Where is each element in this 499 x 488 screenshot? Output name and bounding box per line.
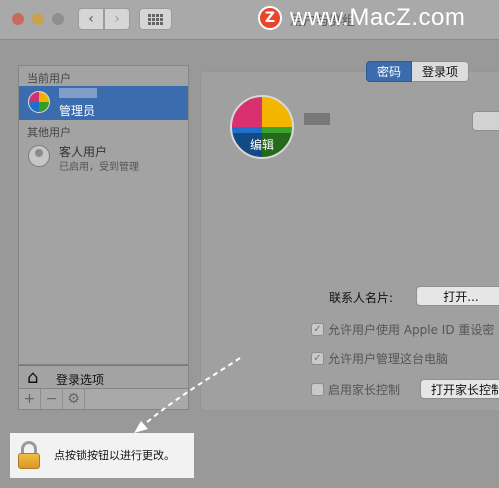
checkbox-parental-controls[interactable]: [311, 383, 324, 396]
guest-avatar-icon: [28, 145, 50, 167]
lock-icon[interactable]: [18, 441, 40, 469]
add-user-button[interactable]: +: [19, 389, 41, 409]
user-avatar: [28, 91, 50, 113]
chevron-right-icon: ›: [114, 11, 120, 27]
option-admin[interactable]: ✓ 允许用户管理这台电脑: [311, 350, 448, 367]
lock-instruction-text: 点按锁按钮以进行更改。: [54, 449, 175, 462]
tab-bar: 密码 登录项: [366, 61, 470, 82]
annotation-arrow: [134, 357, 241, 433]
current-users-header: 当前用户: [27, 72, 71, 85]
option-apple-id-reset[interactable]: ✓ 允许用户使用 Apple ID 重设密: [311, 321, 494, 338]
zoom-window-button[interactable]: [52, 13, 64, 25]
open-parental-controls-button[interactable]: 打开家长控制: [420, 379, 499, 399]
grid-icon: [148, 13, 163, 25]
user-row-guest[interactable]: 客人用户 已启用，受到管理: [19, 140, 188, 174]
preferences-content: 当前用户 管理员 其他用户 客人用户 已启用，受到管理 ⌂ 登录选项 + − ⚙…: [0, 41, 499, 488]
checkbox-apple-id-reset[interactable]: ✓: [311, 323, 324, 336]
close-window-button[interactable]: [12, 13, 24, 25]
forward-button[interactable]: ›: [104, 8, 130, 30]
option-label: 启用家长控制: [328, 383, 401, 397]
checkbox-admin[interactable]: ✓: [311, 352, 324, 365]
user-list: 当前用户 管理员 其他用户 客人用户 已启用，受到管理: [18, 65, 189, 365]
back-button[interactable]: ‹: [78, 8, 104, 30]
tab-password[interactable]: 密码: [366, 61, 413, 82]
option-label: 允许用户管理这台电脑: [328, 352, 449, 366]
change-password-button[interactable]: [472, 111, 499, 131]
redacted-fullname: [304, 113, 330, 125]
edit-picture-label[interactable]: 编辑: [232, 133, 292, 157]
other-users-header: 其他用户: [27, 126, 71, 139]
house-icon: ⌂: [27, 367, 39, 388]
remove-user-button[interactable]: −: [41, 389, 63, 409]
watermark-logo: Z: [258, 6, 282, 30]
tab-login-items[interactable]: 登录项: [412, 61, 470, 82]
lock-area: 点按锁按钮以进行更改。: [10, 433, 194, 478]
title-bar: ‹ › 用户与群组 Z www.MacZ.com: [0, 0, 499, 40]
user-row-admin[interactable]: 管理员: [19, 86, 188, 120]
guest-user-status: 已启用，受到管理: [59, 162, 139, 173]
profile-picture[interactable]: 编辑: [230, 95, 294, 159]
contact-card-label: 联系人名片:: [329, 291, 394, 305]
gear-icon[interactable]: ⚙: [63, 389, 85, 409]
watermark-text: www.MacZ.com: [290, 4, 466, 31]
minimize-window-button[interactable]: [32, 13, 44, 25]
open-contact-button[interactable]: 打开...: [416, 286, 499, 306]
login-options-label: 登录选项: [56, 373, 105, 387]
option-parental-controls[interactable]: 启用家长控制: [311, 381, 400, 398]
option-label: 允许用户使用 Apple ID 重设密: [328, 323, 495, 337]
user-role-label: 管理员: [59, 104, 96, 118]
chevron-left-icon: ‹: [88, 11, 94, 27]
show-all-button[interactable]: [139, 8, 172, 30]
redacted-username: [59, 88, 97, 98]
